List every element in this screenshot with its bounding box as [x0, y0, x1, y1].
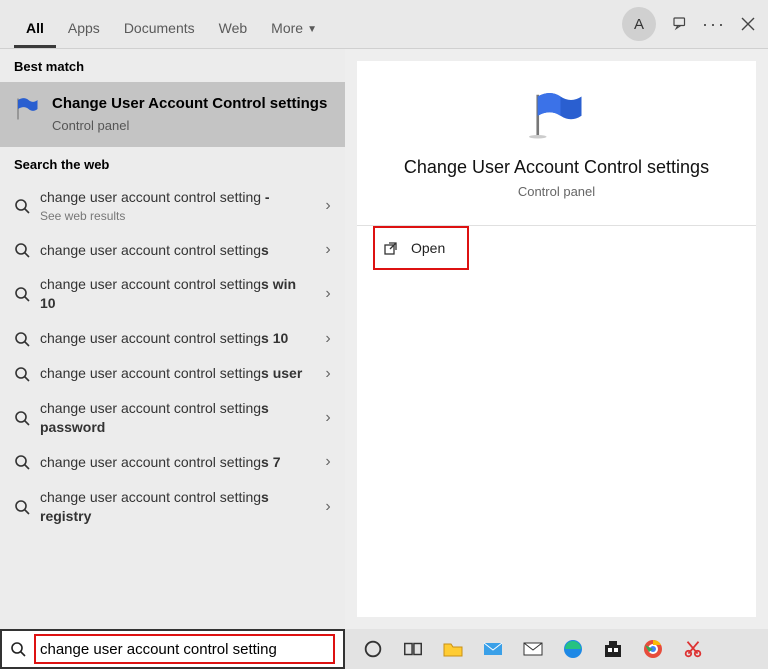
detail-title: Change User Account Control settings: [371, 157, 742, 178]
web-result-text: change user account control setting - See…: [40, 188, 311, 225]
tab-apps[interactable]: Apps: [56, 20, 112, 48]
web-results-list: change user account control setting - See…: [0, 180, 345, 534]
web-result-base: change user account control setting: [40, 454, 261, 470]
chevron-right-icon[interactable]: ›: [321, 241, 335, 259]
search-web-header: Search the web: [0, 147, 345, 180]
bottom-bar: [0, 629, 768, 669]
search-icon: [14, 410, 30, 426]
web-result-append: s: [261, 242, 269, 258]
web-result-text: change user account control settings use…: [40, 364, 311, 383]
results-right-pane: Change User Account Control settings Con…: [345, 49, 768, 629]
chevron-right-icon[interactable]: ›: [321, 498, 335, 516]
chevron-right-icon[interactable]: ›: [321, 409, 335, 427]
search-icon: [14, 454, 30, 470]
taskbar-edge-icon[interactable]: [559, 635, 587, 663]
avatar[interactable]: A: [622, 7, 656, 41]
search-input[interactable]: [40, 641, 329, 658]
best-match-subtitle: Control panel: [52, 118, 327, 133]
flag-icon: [522, 87, 592, 141]
web-result-text: change user account control settings 7: [40, 453, 311, 472]
search-icon: [14, 499, 30, 515]
best-match-title: Change User Account Control settings: [52, 94, 327, 114]
web-result-append: s 7: [261, 454, 280, 470]
search-icon: [14, 331, 30, 347]
taskbar: [345, 629, 768, 669]
web-result-item[interactable]: change user account control settings ›: [0, 233, 345, 268]
web-result-base: change user account control setting: [40, 189, 261, 205]
search-icon: [10, 641, 26, 657]
web-result-item[interactable]: change user account control settings reg…: [0, 480, 345, 534]
best-match-header: Best match: [0, 49, 345, 82]
taskbar-store-icon[interactable]: [599, 635, 627, 663]
taskbar-file-explorer-icon[interactable]: [439, 635, 467, 663]
tab-web[interactable]: Web: [207, 20, 260, 48]
result-detail-card: Change User Account Control settings Con…: [357, 61, 756, 617]
chevron-right-icon[interactable]: ›: [321, 365, 335, 383]
detail-subtitle: Control panel: [371, 184, 742, 199]
chevron-down-icon: ▼: [307, 24, 317, 35]
topbar-right-controls: A ···: [622, 0, 758, 48]
web-result-base: change user account control setting: [40, 330, 261, 346]
taskbar-cortana-icon[interactable]: [359, 635, 387, 663]
taskbar-mail-app-icon[interactable]: [479, 635, 507, 663]
web-result-append: -: [261, 189, 270, 205]
search-icon: [14, 286, 30, 302]
web-result-base: change user account control setting: [40, 276, 261, 292]
web-result-sub: See web results: [40, 208, 311, 224]
web-result-item[interactable]: change user account control settings win…: [0, 267, 345, 321]
taskbar-chrome-icon[interactable]: [639, 635, 667, 663]
chevron-right-icon[interactable]: ›: [321, 285, 335, 303]
chevron-right-icon[interactable]: ›: [321, 197, 335, 215]
feedback-icon[interactable]: [670, 14, 690, 34]
tab-more-label: More: [271, 20, 303, 36]
tab-all[interactable]: All: [14, 20, 56, 48]
taskbar-task-view-icon[interactable]: [399, 635, 427, 663]
open-icon: [383, 240, 399, 256]
web-result-item[interactable]: change user account control settings use…: [0, 356, 345, 391]
web-result-base: change user account control setting: [40, 400, 261, 416]
web-result-item[interactable]: change user account control settings pas…: [0, 391, 345, 445]
search-tabs: All Apps Documents Web More ▼: [10, 0, 329, 48]
search-tabs-bar: All Apps Documents Web More ▼ A ···: [0, 0, 768, 49]
open-button[interactable]: Open: [373, 226, 469, 270]
web-result-text: change user account control settings win…: [40, 275, 311, 313]
web-result-text: change user account control settings reg…: [40, 488, 311, 526]
search-results-area: Best match Change User Account Control s…: [0, 49, 768, 629]
best-match-text: Change User Account Control settings Con…: [52, 94, 327, 133]
best-match-result[interactable]: Change User Account Control settings Con…: [0, 82, 345, 147]
web-result-append: s 10: [261, 330, 288, 346]
chevron-right-icon[interactable]: ›: [321, 330, 335, 348]
close-icon[interactable]: [738, 14, 758, 34]
taskbar-mail-icon[interactable]: [519, 635, 547, 663]
search-icon: [14, 242, 30, 258]
web-result-text: change user account control settings pas…: [40, 399, 311, 437]
tab-documents[interactable]: Documents: [112, 20, 207, 48]
web-result-base: change user account control setting: [40, 489, 261, 505]
tab-more[interactable]: More ▼: [259, 20, 329, 48]
web-result-text: change user account control settings 10: [40, 329, 311, 348]
search-icon: [14, 198, 30, 214]
search-box-container[interactable]: [0, 629, 345, 669]
web-result-base: change user account control setting: [40, 242, 261, 258]
search-highlight-box: [34, 634, 335, 664]
chevron-right-icon[interactable]: ›: [321, 453, 335, 471]
more-options-icon[interactable]: ···: [704, 14, 724, 34]
web-result-append: s user: [261, 365, 302, 381]
search-icon: [14, 366, 30, 382]
flag-icon: [12, 94, 42, 124]
web-result-item[interactable]: change user account control setting - See…: [0, 180, 345, 233]
open-label: Open: [411, 240, 445, 256]
taskbar-snip-icon[interactable]: [679, 635, 707, 663]
web-result-item[interactable]: change user account control settings 7 ›: [0, 445, 345, 480]
results-left-pane: Best match Change User Account Control s…: [0, 49, 345, 629]
web-result-item[interactable]: change user account control settings 10 ›: [0, 321, 345, 356]
web-result-text: change user account control settings: [40, 241, 311, 260]
web-result-base: change user account control setting: [40, 365, 261, 381]
